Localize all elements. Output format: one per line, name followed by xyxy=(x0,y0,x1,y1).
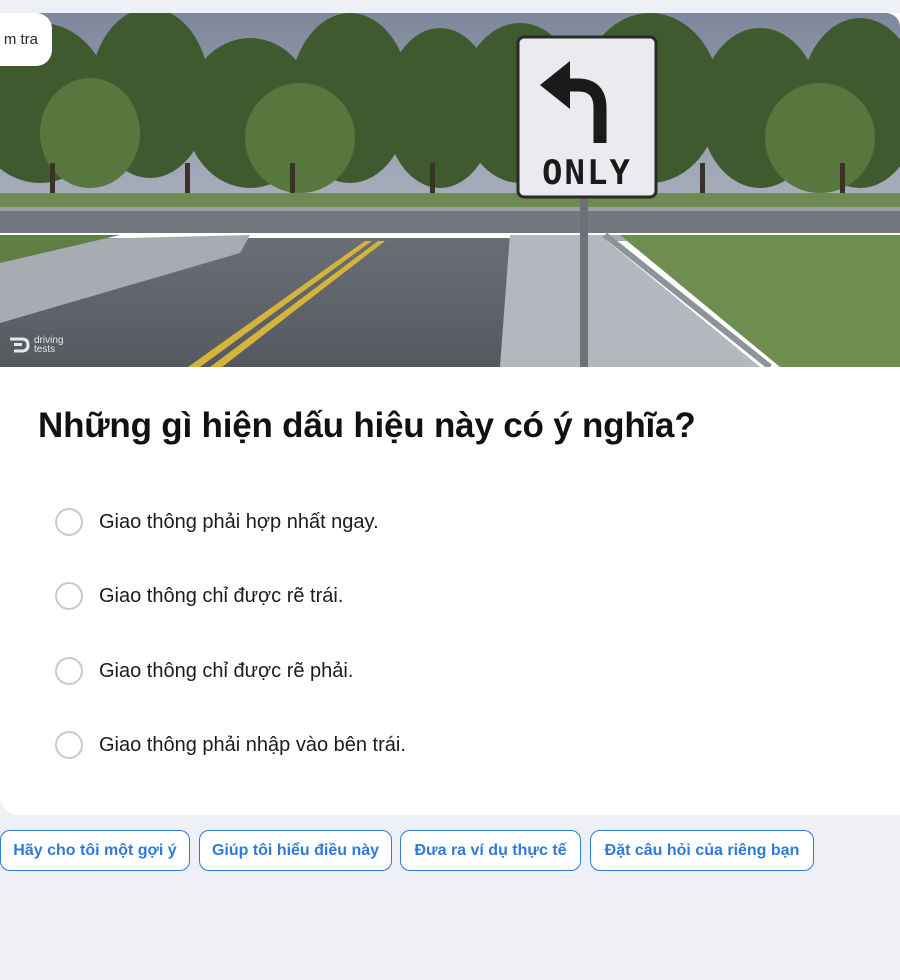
watermark-text: driving tests xyxy=(34,336,74,355)
header-badge[interactable]: m tra xyxy=(0,13,52,66)
driving-tests-logo-icon xyxy=(10,337,30,353)
radio-button[interactable] xyxy=(55,508,83,536)
answer-option-label: Giao thông chỉ được rẽ phải. xyxy=(99,659,354,682)
suggestion-chips: Hãy cho tôi một gợi ý Giúp tôi hiểu điều… xyxy=(0,830,900,871)
watermark: driving tests xyxy=(8,336,74,355)
header-badge-label: m tra xyxy=(3,31,38,48)
explain-button[interactable]: Giúp tôi hiểu điều này xyxy=(199,830,392,871)
road-scene-illustration xyxy=(0,13,900,367)
answer-option-label: Giao thông phải hợp nhất ngay. xyxy=(99,510,379,533)
answer-option-label: Giao thông chỉ được rẽ trái. xyxy=(99,584,344,607)
question-card: ONLY m tra driving tests Những gì hiện d… xyxy=(0,13,900,815)
watermark-line2: tests xyxy=(34,344,56,355)
radio-button[interactable] xyxy=(55,582,83,610)
answer-option-2[interactable]: Giao thông chỉ được rẽ trái. xyxy=(55,581,855,611)
sign-text: ONLY xyxy=(542,153,632,193)
answer-option-3[interactable]: Giao thông chỉ được rẽ phải. xyxy=(55,656,855,686)
answer-option-4[interactable]: Giao thông phải nhập vào bên trái. xyxy=(55,730,855,760)
real-example-button[interactable]: Đưa ra ví dụ thực tế xyxy=(400,830,581,871)
ask-own-question-button[interactable]: Đặt câu hỏi của riêng bạn xyxy=(590,830,814,871)
question-image: ONLY m tra driving tests xyxy=(0,13,900,367)
question-text: Những gì hiện dấu hiệu này có ý nghĩa? xyxy=(38,406,696,445)
radio-button[interactable] xyxy=(55,731,83,759)
radio-button[interactable] xyxy=(55,657,83,685)
answer-option-label: Giao thông phải nhập vào bên trái. xyxy=(99,733,406,756)
hint-button[interactable]: Hãy cho tôi một gợi ý xyxy=(0,830,190,871)
answer-option-1[interactable]: Giao thông phải hợp nhất ngay. xyxy=(55,507,855,537)
